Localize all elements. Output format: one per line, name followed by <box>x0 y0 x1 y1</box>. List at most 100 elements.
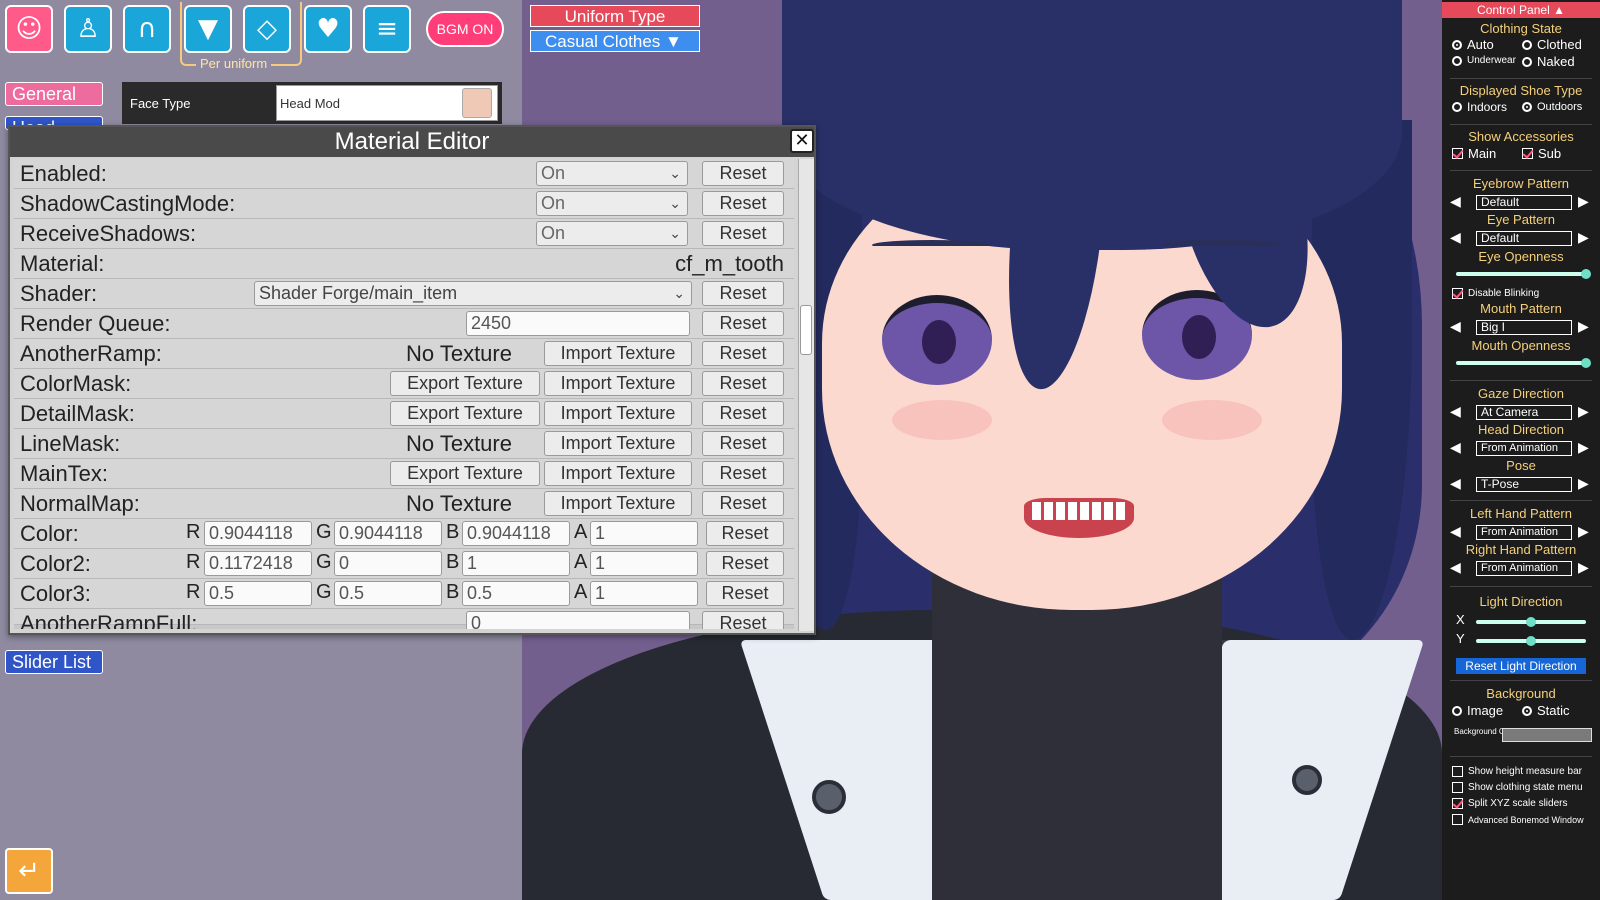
import-texture-button[interactable]: Import Texture <box>544 371 692 396</box>
export-texture-button[interactable]: Export Texture <box>390 401 540 426</box>
control-panel-header[interactable]: Control Panel ▲ <box>1442 2 1600 18</box>
checkbox-split-xyz[interactable]: Split XYZ scale sliders <box>1452 798 1567 809</box>
slider-knob[interactable] <box>1526 636 1536 646</box>
radio-naked[interactable]: Naked <box>1522 54 1575 69</box>
background-color-swatch[interactable] <box>1502 728 1592 742</box>
export-texture-button[interactable]: Export Texture <box>390 461 540 486</box>
shader-dropdown[interactable]: Shader Forge/main_item ⌄ <box>254 281 692 306</box>
checkbox-show-clothing-menu[interactable]: Show clothing state menu <box>1452 782 1583 793</box>
slider-knob[interactable] <box>1526 617 1536 627</box>
color2-g-input[interactable]: 0 <box>334 551 442 576</box>
mouth-openness-slider[interactable] <box>1456 358 1591 368</box>
reset-button[interactable]: Reset <box>702 491 784 516</box>
left-hand-select[interactable]: From Animation <box>1476 525 1572 540</box>
import-texture-button[interactable]: Import Texture <box>544 401 692 426</box>
mouth-pattern-select[interactable]: Big I <box>1476 320 1572 335</box>
uniform-type-dropdown[interactable]: Casual Clothes ▼ <box>530 30 700 52</box>
eye-openness-slider[interactable] <box>1456 269 1591 279</box>
color2-b-input[interactable]: 1 <box>462 551 570 576</box>
arrow-left-icon[interactable]: ◀ <box>1450 475 1461 492</box>
gaze-direction-select[interactable]: At Camera <box>1476 405 1572 420</box>
body-icon[interactable]: ♙ <box>64 5 112 53</box>
import-texture-button[interactable]: Import Texture <box>544 461 692 486</box>
editor-scrollbar-thumb[interactable] <box>800 305 812 355</box>
receive-shadows-dropdown[interactable]: On ⌄ <box>536 221 688 246</box>
reset-button[interactable]: Reset <box>706 581 784 606</box>
shadow-casting-dropdown[interactable]: On ⌄ <box>536 191 688 216</box>
reset-button[interactable]: Reset <box>702 431 784 456</box>
reset-button[interactable]: Reset <box>702 611 784 629</box>
face-icon[interactable]: ☺ <box>5 5 53 53</box>
arrow-left-icon[interactable]: ◀ <box>1450 229 1461 246</box>
color3-b-input[interactable]: 0.5 <box>462 581 570 606</box>
editor-scrollbar[interactable] <box>798 159 814 631</box>
color3-a-input[interactable]: 1 <box>590 581 698 606</box>
reset-button[interactable]: Reset <box>702 311 784 336</box>
color2-r-input[interactable]: 0.1172418 <box>204 551 312 576</box>
slider-knob[interactable] <box>1581 358 1591 368</box>
pose-select[interactable]: T-Pose <box>1476 477 1572 492</box>
reset-button[interactable]: Reset <box>702 221 784 246</box>
arrow-right-icon[interactable]: ▶ <box>1578 475 1589 492</box>
right-hand-select[interactable]: From Animation <box>1476 561 1572 576</box>
bgm-toggle-button[interactable]: BGM ON <box>426 11 504 47</box>
reset-light-direction-button[interactable]: Reset Light Direction <box>1456 658 1586 674</box>
color-b-input[interactable]: 0.9044118 <box>462 521 570 546</box>
arrow-left-icon[interactable]: ◀ <box>1450 559 1461 576</box>
head-direction-select[interactable]: From Animation <box>1476 441 1572 456</box>
back-icon[interactable]: ↵ <box>5 848 53 894</box>
arrow-right-icon[interactable]: ▶ <box>1578 439 1589 456</box>
radio-indoors[interactable]: Indoors <box>1452 100 1507 114</box>
reset-button[interactable]: Reset <box>702 191 784 216</box>
arrow-right-icon[interactable]: ▶ <box>1578 229 1589 246</box>
reset-button[interactable]: Reset <box>706 551 784 576</box>
color-a-input[interactable]: 1 <box>590 521 698 546</box>
export-texture-button[interactable]: Export Texture <box>390 371 540 396</box>
enabled-dropdown[interactable]: On ⌄ <box>536 161 688 186</box>
import-texture-button[interactable]: Import Texture <box>544 341 692 366</box>
radio-static[interactable]: Static <box>1522 703 1570 718</box>
arrow-right-icon[interactable]: ▶ <box>1578 523 1589 540</box>
arrow-left-icon[interactable]: ◀ <box>1450 523 1461 540</box>
arrow-left-icon[interactable]: ◀ <box>1450 193 1461 210</box>
arrow-left-icon[interactable]: ◀ <box>1450 439 1461 456</box>
reset-button[interactable]: Reset <box>702 401 784 426</box>
color3-r-input[interactable]: 0.5 <box>204 581 312 606</box>
reset-button[interactable]: Reset <box>702 161 784 186</box>
favorite-icon[interactable]: ♥ <box>304 5 352 53</box>
arrow-right-icon[interactable]: ▶ <box>1578 193 1589 210</box>
tab-general[interactable]: General <box>5 82 103 106</box>
checkbox-disable-blinking[interactable]: Disable Blinking <box>1452 288 1539 299</box>
color-g-input[interactable]: 0.9044118 <box>334 521 442 546</box>
hair-icon[interactable]: ∩ <box>123 5 171 53</box>
face-type-thumbnail[interactable] <box>462 88 492 118</box>
checkbox-show-height[interactable]: Show height measure bar <box>1452 766 1582 777</box>
arrow-right-icon[interactable]: ▶ <box>1578 318 1589 335</box>
light-y-slider[interactable] <box>1476 636 1586 646</box>
slider-knob[interactable] <box>1581 269 1591 279</box>
color2-a-input[interactable]: 1 <box>590 551 698 576</box>
arrow-left-icon[interactable]: ◀ <box>1450 403 1461 420</box>
document-icon[interactable]: ≡ <box>363 5 411 53</box>
radio-underwear[interactable]: Underwear <box>1452 55 1516 66</box>
checkbox-advanced-bonemod[interactable]: Advanced Bonemod Window <box>1452 814 1584 825</box>
close-icon[interactable]: ✕ <box>790 129 814 153</box>
reset-button[interactable]: Reset <box>702 281 784 306</box>
arrow-right-icon[interactable]: ▶ <box>1578 559 1589 576</box>
arrow-right-icon[interactable]: ▶ <box>1578 403 1589 420</box>
render-queue-input[interactable]: 2450 <box>466 311 690 336</box>
eyebrow-pattern-select[interactable]: Default <box>1476 195 1572 210</box>
light-x-slider[interactable] <box>1476 617 1586 627</box>
color-r-input[interactable]: 0.9044118 <box>204 521 312 546</box>
reset-button[interactable]: Reset <box>702 461 784 486</box>
tab-slider-list[interactable]: Slider List <box>5 650 103 674</box>
reset-button[interactable]: Reset <box>702 371 784 396</box>
radio-auto[interactable]: Auto <box>1452 37 1494 52</box>
radio-image[interactable]: Image <box>1452 703 1503 718</box>
import-texture-button[interactable]: Import Texture <box>544 491 692 516</box>
radio-clothed[interactable]: Clothed <box>1522 37 1582 52</box>
color3-g-input[interactable]: 0.5 <box>334 581 442 606</box>
import-texture-button[interactable]: Import Texture <box>544 431 692 456</box>
eye-pattern-select[interactable]: Default <box>1476 231 1572 246</box>
checkbox-main[interactable]: Main <box>1452 146 1496 161</box>
